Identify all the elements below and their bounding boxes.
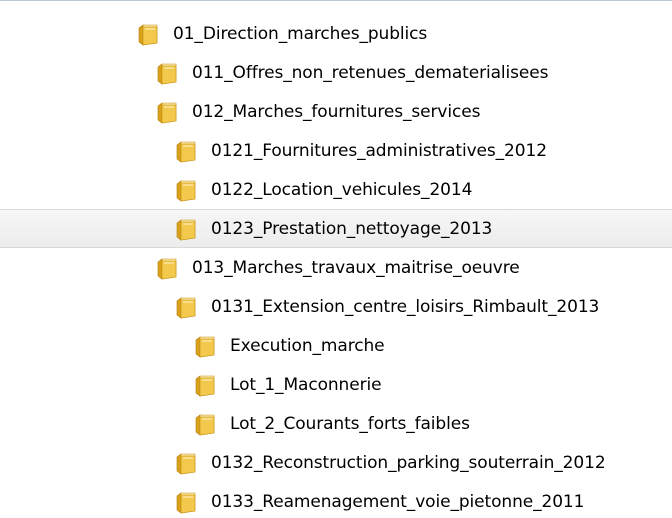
tree-item-011-offres-non-retenues[interactable]: 011_Offres_non_retenues_dematerialisees xyxy=(0,53,672,92)
tree-item-label: 0123_Prestation_nettoyage_2013 xyxy=(211,218,493,239)
tree-item-label: 011_Offres_non_retenues_dematerialisees xyxy=(192,62,549,83)
folder-icon xyxy=(194,412,218,436)
folder-icon xyxy=(175,295,199,319)
tree-item-label: Lot_1_Maconnerie xyxy=(230,374,382,395)
tree-item-0131-extension-centre-loisirs[interactable]: 0131_Extension_centre_loisirs_Rimbault_2… xyxy=(0,287,672,326)
tree-item-01-direction-marches-publics[interactable]: 01_Direction_marches_publics xyxy=(0,14,672,53)
tree-item-label: 0131_Extension_centre_loisirs_Rimbault_2… xyxy=(211,296,600,317)
tree-item-0132-reconstruction-parking[interactable]: 0132_Reconstruction_parking_souterrain_2… xyxy=(0,443,672,482)
tree-item-label: Lot_2_Courants_forts_faibles xyxy=(230,413,470,434)
folder-icon xyxy=(175,217,199,241)
folder-icon xyxy=(175,178,199,202)
tree-item-lot-1-maconnerie[interactable]: Lot_1_Maconnerie xyxy=(0,365,672,404)
tree-item-label: 0133_Reamenagement_voie_pietonne_2011 xyxy=(211,491,585,512)
folder-icon xyxy=(194,334,218,358)
tree-item-execution-marche[interactable]: Execution_marche xyxy=(0,326,672,365)
tree-item-0123-prestation-nettoyage[interactable]: 0123_Prestation_nettoyage_2013 xyxy=(0,209,672,248)
tree-item-label: 0122_Location_vehicules_2014 xyxy=(211,179,473,200)
folder-icon xyxy=(175,451,199,475)
folder-icon xyxy=(175,490,199,514)
tree-item-label: 0132_Reconstruction_parking_souterrain_2… xyxy=(211,452,606,473)
tree-item-lot-2-courants-forts-faibles[interactable]: Lot_2_Courants_forts_faibles xyxy=(0,404,672,443)
tree-item-013-marches-travaux-maitrise-oeuvre[interactable]: 013_Marches_travaux_maitrise_oeuvre xyxy=(0,248,672,287)
tree-item-label: 012_Marches_fournitures_services xyxy=(192,101,481,122)
tree-item-label: 0121_Fournitures_administratives_2012 xyxy=(211,140,547,161)
tree-item-label: 013_Marches_travaux_maitrise_oeuvre xyxy=(192,257,520,278)
folder-icon xyxy=(156,256,180,280)
tree-item-label: Execution_marche xyxy=(230,335,385,356)
folder-icon xyxy=(194,373,218,397)
tree-item-0122-location-vehicules[interactable]: 0122_Location_vehicules_2014 xyxy=(0,170,672,209)
tree-item-0121-fournitures-administratives[interactable]: 0121_Fournitures_administratives_2012 xyxy=(0,131,672,170)
folder-tree: 01_Direction_marches_publics 011_Offres_… xyxy=(0,14,672,518)
tree-item-012-marches-fournitures-services[interactable]: 012_Marches_fournitures_services xyxy=(0,92,672,131)
folder-icon xyxy=(175,139,199,163)
folder-icon xyxy=(156,100,180,124)
tree-item-label: 01_Direction_marches_publics xyxy=(173,23,428,44)
tree-top-border xyxy=(0,0,672,1)
folder-icon xyxy=(137,22,161,46)
folder-icon xyxy=(156,61,180,85)
tree-item-0133-reamenagement-voie-pietonne[interactable]: 0133_Reamenagement_voie_pietonne_2011 xyxy=(0,482,672,518)
